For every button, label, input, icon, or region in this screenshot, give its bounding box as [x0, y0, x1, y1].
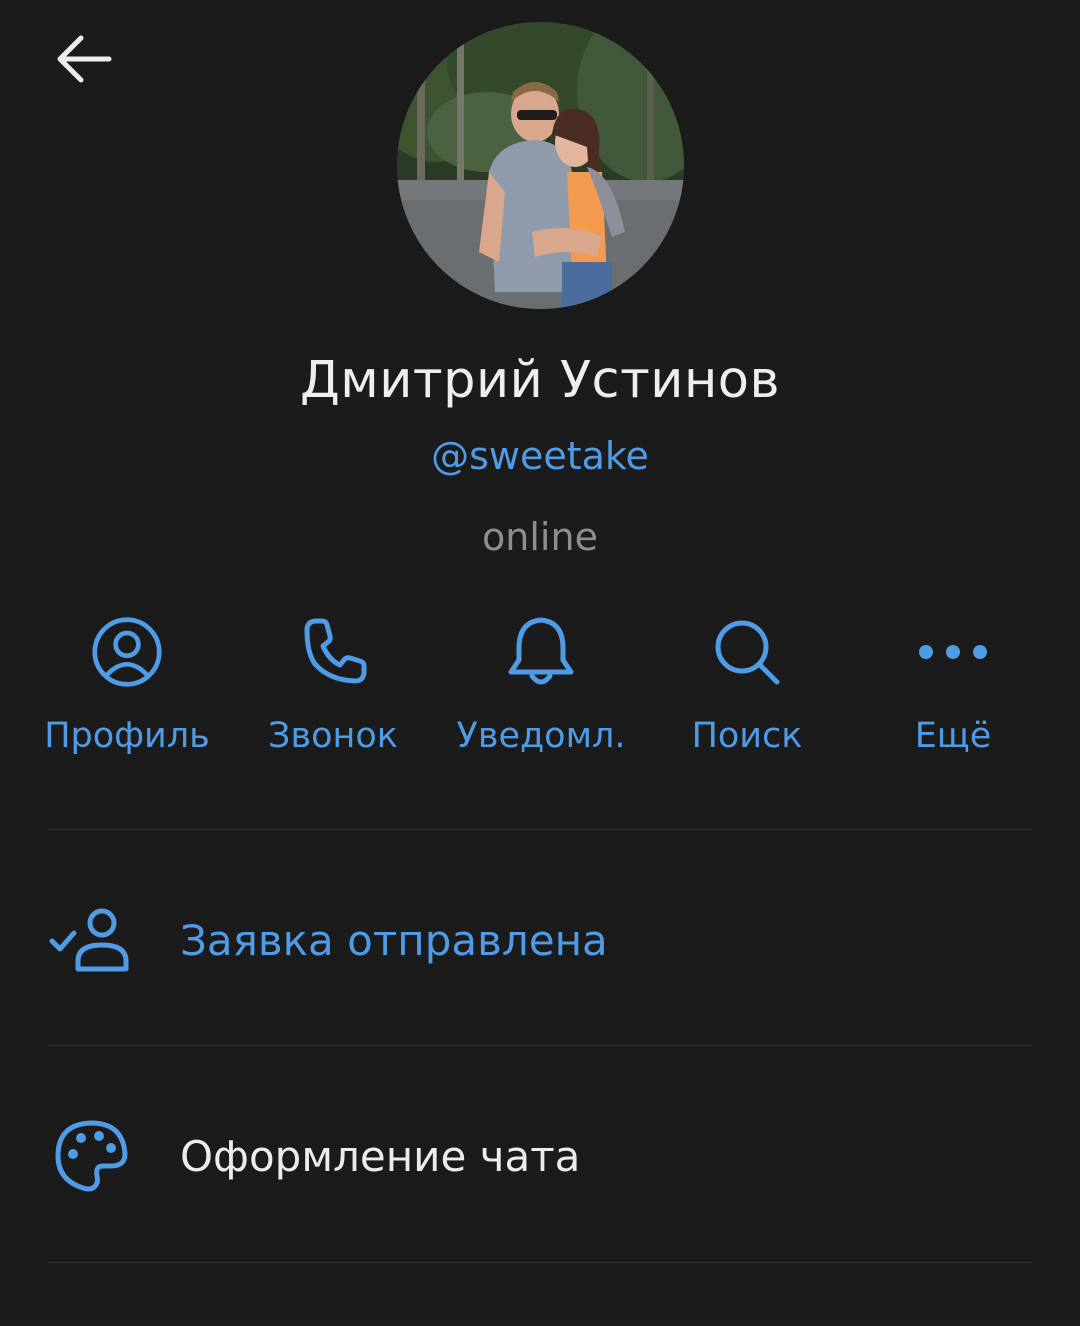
notifications-button-label: Уведомл.	[456, 716, 626, 756]
call-button[interactable]: Звонок	[233, 612, 433, 772]
more-button-label: Ещё	[914, 716, 992, 756]
call-button-label: Звонок	[268, 716, 398, 756]
notifications-button[interactable]: Уведомл.	[441, 612, 641, 772]
arrow-left-icon	[53, 34, 113, 88]
more-button[interactable]: Ещё	[853, 612, 1053, 772]
profile-name: Дмитрий Устинов	[299, 351, 781, 410]
chat-appearance-label: Оформление чата	[180, 1132, 581, 1181]
phone-icon	[297, 612, 369, 692]
divider	[48, 829, 1032, 830]
user-check-icon	[46, 899, 136, 981]
profile-circle-icon	[91, 612, 163, 692]
search-icon	[711, 612, 783, 692]
more-dots-icon	[917, 612, 989, 692]
profile-username[interactable]: @sweetake	[0, 428, 1080, 484]
search-button[interactable]: Поиск	[647, 612, 847, 772]
profile-button[interactable]: Профиль	[27, 612, 227, 772]
palette-icon	[46, 1115, 136, 1197]
profile-button-label: Профиль	[44, 716, 210, 756]
profile-status: online	[482, 515, 598, 559]
search-button-label: Поиск	[691, 716, 803, 756]
avatar[interactable]	[397, 22, 684, 309]
request-sent-row[interactable]: Заявка отправлена	[0, 833, 1080, 1048]
request-sent-label: Заявка отправлена	[180, 916, 608, 965]
action-bar: Профиль Звонок Уведомл. Поиск Ещё	[0, 612, 1080, 772]
divider	[48, 1045, 1032, 1046]
bell-icon	[505, 612, 577, 692]
back-button[interactable]	[48, 28, 118, 94]
chat-appearance-row[interactable]: Оформление чата	[0, 1049, 1080, 1264]
divider	[48, 1262, 1032, 1263]
